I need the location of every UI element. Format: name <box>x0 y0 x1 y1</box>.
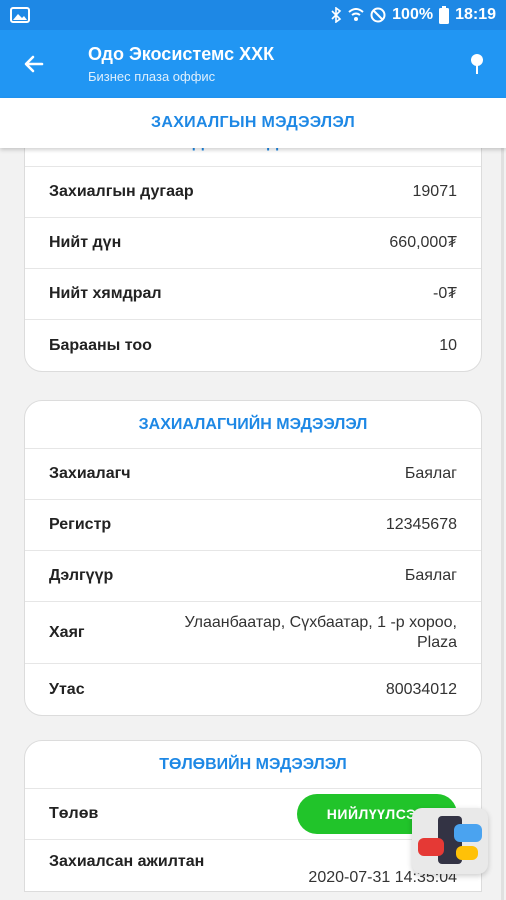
phone-row: Утас 80034012 <box>25 664 481 715</box>
order-card-title: ҮНДСЭН МЭДЭЭЛЭЛ <box>25 148 481 167</box>
back-button[interactable] <box>16 46 52 82</box>
wifi-icon <box>348 8 364 22</box>
no-disturb-icon <box>370 7 386 23</box>
battery-percent: 100% <box>392 6 434 23</box>
back-arrow-icon <box>24 55 44 73</box>
row-value: 80034012 <box>385 680 457 698</box>
row-label: Дэлгүүр <box>49 567 114 584</box>
chat-bubble-icon <box>418 838 444 856</box>
total-amount-row: Нийт дүн 660,000₮ <box>25 218 481 269</box>
row-value: -0₮ <box>433 285 457 302</box>
page-subtitle: Бизнес плаза оффис <box>88 69 216 84</box>
bluetooth-icon <box>330 7 342 23</box>
location-button[interactable] <box>462 48 492 80</box>
chat-bubble-icon <box>454 824 482 842</box>
total-discount-row: Нийт хямдрал -0₮ <box>25 269 481 320</box>
content-scroll[interactable]: ҮНДСЭН МЭДЭЭЛЭЛ Захиалгын дугаар 19071 Н… <box>0 148 506 900</box>
row-value: Баялаг <box>404 465 457 482</box>
row-label: Төлөв <box>49 805 99 822</box>
row-value: 10 <box>439 336 457 354</box>
status-time: 18:19 <box>455 6 496 23</box>
row-label: Нийт хямдрал <box>49 285 162 302</box>
row-label: Захиалгын дугаар <box>49 183 194 200</box>
item-count-row: Барааны тоо 10 <box>25 320 481 371</box>
promo-widget[interactable] <box>412 808 488 874</box>
customer-name-row: Захиалагч Баялаг <box>25 449 481 500</box>
row-label: Нийт дүн <box>49 234 122 251</box>
row-label: Захиалагч <box>49 465 131 482</box>
row-value: Улаанбаатар, Сүхбаатар, 1 -р хороо, Plaz… <box>184 613 457 651</box>
row-label: Барааны тоо <box>49 336 152 354</box>
address-row: Хаяг Улаанбаатар, Сүхбаатар, 1 -р хороо,… <box>25 602 481 664</box>
row-label: Хаяг <box>49 623 85 641</box>
scrollbar[interactable] <box>501 148 504 900</box>
payment-card-title: ТӨЛӨВИЙН МЭДЭЭЛЭЛ <box>25 741 481 789</box>
status-bar: 100% 18:19 <box>0 0 506 30</box>
location-pin-icon <box>471 54 483 74</box>
image-icon <box>10 7 30 23</box>
row-value: 19071 <box>412 183 458 200</box>
customer-card: ЗАХИАЛАГЧИЙН МЭДЭЭЛЭЛ Захиалагч Баялаг Р… <box>24 400 482 716</box>
section-title: ЗАХИАЛГЫН МЭДЭЭЛЭЛ <box>151 114 355 131</box>
order-number-row: Захиалгын дугаар 19071 <box>25 167 481 218</box>
customer-card-title: ЗАХИАЛАГЧИЙН МЭДЭЭЛЭЛ <box>25 401 481 449</box>
app-bar: Одо Экосистемс ХХК Бизнес плаза оффис <box>0 30 506 98</box>
row-label: Регистр <box>49 516 112 533</box>
row-value: 660,000₮ <box>389 234 457 251</box>
battery-icon <box>439 6 450 24</box>
row-label: Утас <box>49 680 85 698</box>
order-card: ҮНДСЭН МЭДЭЭЛЭЛ Захиалгын дугаар 19071 Н… <box>24 148 482 372</box>
page-title: Одо Экосистемс ХХК <box>88 44 275 64</box>
row-value: 12345678 <box>385 516 457 533</box>
register-row: Регистр 12345678 <box>25 500 481 551</box>
chat-bubble-icon <box>456 846 478 860</box>
row-label: Захиалсан ажилтан <box>49 853 205 870</box>
shop-row: Дэлгүүр Баялаг <box>25 551 481 602</box>
row-value: Баялаг <box>404 567 457 584</box>
order-info-header: ЗАХИАЛГЫН МЭДЭЭЛЭЛ <box>0 98 506 148</box>
